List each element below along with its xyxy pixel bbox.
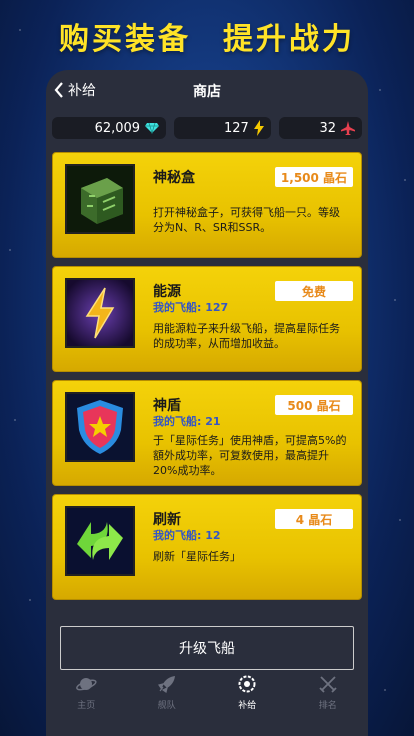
gear-icon	[238, 675, 256, 693]
ship-value: 32	[319, 120, 336, 136]
shop-item-energy[interactable]: 能源 我的飞船: 127 免费 用能源粒子来升级飞船，提高星际任务的成功率，从而…	[52, 266, 362, 372]
rocket-icon	[157, 676, 175, 693]
chevron-left-icon	[54, 82, 63, 98]
resource-bar: 62,009 127 32	[46, 112, 368, 144]
headline-part2: 提升战力	[223, 22, 355, 57]
tab-ranking[interactable]: 排名	[288, 670, 369, 736]
item-description: 刷新「星际任务」	[153, 550, 241, 563]
mystery-box-image	[65, 164, 135, 234]
crystal-balance: 62,009	[52, 117, 167, 139]
buy-price-button[interactable]: 500 晶石	[275, 395, 353, 415]
app-screen: 补给 商店 62,009 127 32 神秘盒 1,500 晶石 打开神秘盒子，…	[46, 70, 368, 736]
shop-item-refresh[interactable]: 刷新 我的飞船: 12 4 晶石 刷新「星际任务」	[52, 494, 362, 600]
shield-image	[65, 392, 135, 462]
tab-label: 补给	[238, 701, 257, 711]
buy-price-button[interactable]: 1,500 晶石	[275, 167, 353, 187]
tab-fleet[interactable]: 舰队	[127, 670, 208, 736]
planet-icon	[76, 678, 97, 691]
upgrade-ship-button[interactable]: 升级飞船	[60, 626, 354, 670]
promo-headline: 购买装备 提升战力	[0, 14, 414, 58]
refresh-arrows-icon	[67, 508, 133, 574]
item-description: 打开神秘盒子，可获得飞船一只。等级分为N、R、SR和SSR。	[153, 206, 340, 234]
item-owned-count: 我的飞船: 127	[153, 301, 229, 314]
buy-price-button[interactable]: 4 晶石	[275, 509, 353, 529]
diamond-icon	[145, 122, 160, 134]
tab-bar: 主页 舰队 补给 排名	[46, 670, 368, 736]
ship-balance: 32	[278, 117, 362, 139]
page-title: 商店	[193, 84, 221, 100]
shop-list: 神秘盒 1,500 晶石 打开神秘盒子，可获得飞船一只。等级分为N、R、SR和S…	[46, 144, 368, 600]
shield-star-icon	[67, 394, 133, 460]
shop-item-mystery-box[interactable]: 神秘盒 1,500 晶石 打开神秘盒子，可获得飞船一只。等级分为N、R、SR和S…	[52, 152, 362, 258]
item-title: 刷新	[153, 512, 181, 528]
item-owned-count: 我的飞船: 21	[153, 415, 221, 428]
swords-icon	[319, 676, 337, 693]
shop-item-shield[interactable]: 神盾 我的飞船: 21 500 晶石 于「星际任务」使用神盾，可提高5%的額外成…	[52, 380, 362, 486]
item-title: 神盾	[153, 398, 181, 414]
tab-label: 舰队	[157, 701, 176, 711]
jet-icon	[341, 121, 355, 135]
item-owned-count: 我的飞船: 12	[153, 529, 221, 542]
headline-part1: 购买装备	[59, 22, 191, 57]
item-title: 能源	[153, 284, 181, 300]
energy-balance: 127	[174, 117, 271, 139]
item-title: 神秘盒	[153, 170, 195, 186]
nav-bar: 补给 商店	[46, 70, 368, 112]
tab-label: 主页	[77, 701, 96, 711]
back-label: 补给	[68, 83, 96, 99]
energy-image	[65, 278, 135, 348]
buy-price-button[interactable]: 免费	[275, 281, 353, 301]
back-button[interactable]: 补给	[54, 80, 96, 100]
lightning-icon	[253, 120, 264, 136]
cube-icon	[67, 166, 133, 232]
energy-bolt-icon	[67, 280, 133, 346]
refresh-image	[65, 506, 135, 576]
crystal-value: 62,009	[94, 120, 141, 136]
energy-value: 127	[223, 120, 249, 136]
tab-label: 排名	[318, 701, 337, 711]
item-description: 用能源粒子来升级飞船，提高星际任务的成功率，从而增加收益。	[153, 322, 340, 350]
tab-supply[interactable]: 补给	[207, 670, 288, 736]
item-description: 于「星际任务」使用神盾，可提高5%的額外成功率，可复数使用，最高提升20%成功率…	[153, 434, 347, 477]
tab-home[interactable]: 主页	[46, 670, 127, 736]
